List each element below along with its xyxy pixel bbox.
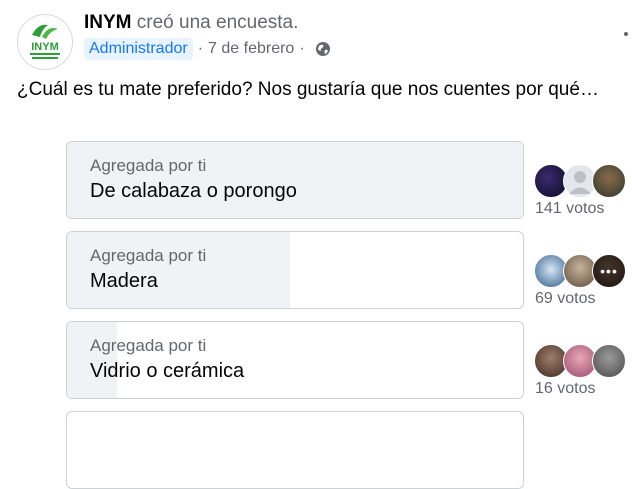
meta-separator: · <box>197 40 204 57</box>
more-options-icon[interactable] <box>624 32 628 36</box>
globe-icon[interactable] <box>315 41 331 57</box>
option-label: De calabaza o porongo <box>90 180 297 202</box>
poll-question: ¿Cuál es tu mate preferido? Nos gustaría… <box>17 79 599 100</box>
added-by-label: Agregada por ti <box>90 246 207 265</box>
voter-avatar: ••• <box>592 254 626 288</box>
post-meta: Administrador · 7 de febrero · <box>84 38 331 60</box>
voter-avatars[interactable]: ••• <box>534 254 630 288</box>
added-by-label: Agregada por ti <box>90 336 207 355</box>
voter-avatar <box>592 164 626 198</box>
author-name[interactable]: INYM <box>84 12 132 33</box>
poll-option[interactable]: Agregada por ti De calabaza o porongo <box>66 141 524 219</box>
option-label: Madera <box>90 270 158 292</box>
meta-separator-2: · <box>299 40 305 57</box>
voter-avatars[interactable] <box>534 344 630 378</box>
post-action-text: creó una encuesta. <box>136 12 299 33</box>
vote-count[interactable]: 16 votos <box>535 380 595 398</box>
author-line: INYM creó una encuesta. <box>84 12 298 34</box>
inym-logo: INYM <box>19 16 71 68</box>
vote-count[interactable]: 141 votos <box>535 200 604 218</box>
poll-option[interactable]: Agregada por ti Madera <box>66 231 524 309</box>
voter-avatars[interactable] <box>534 164 630 198</box>
vote-count[interactable]: 69 votos <box>535 290 595 308</box>
added-by-label: Agregada por ti <box>90 156 207 175</box>
poll-option[interactable]: Agregada por ti Vidrio o cerámica <box>66 321 524 399</box>
poll-option[interactable] <box>66 411 524 489</box>
option-label: Vidrio o cerámica <box>90 360 245 382</box>
post-date[interactable]: 7 de febrero <box>208 40 294 58</box>
more-voters-icon: ••• <box>593 255 625 287</box>
page-avatar[interactable]: INYM <box>17 14 73 70</box>
admin-badge[interactable]: Administrador <box>84 38 193 60</box>
voter-avatar <box>592 344 626 378</box>
logo-text: INYM <box>31 41 59 53</box>
